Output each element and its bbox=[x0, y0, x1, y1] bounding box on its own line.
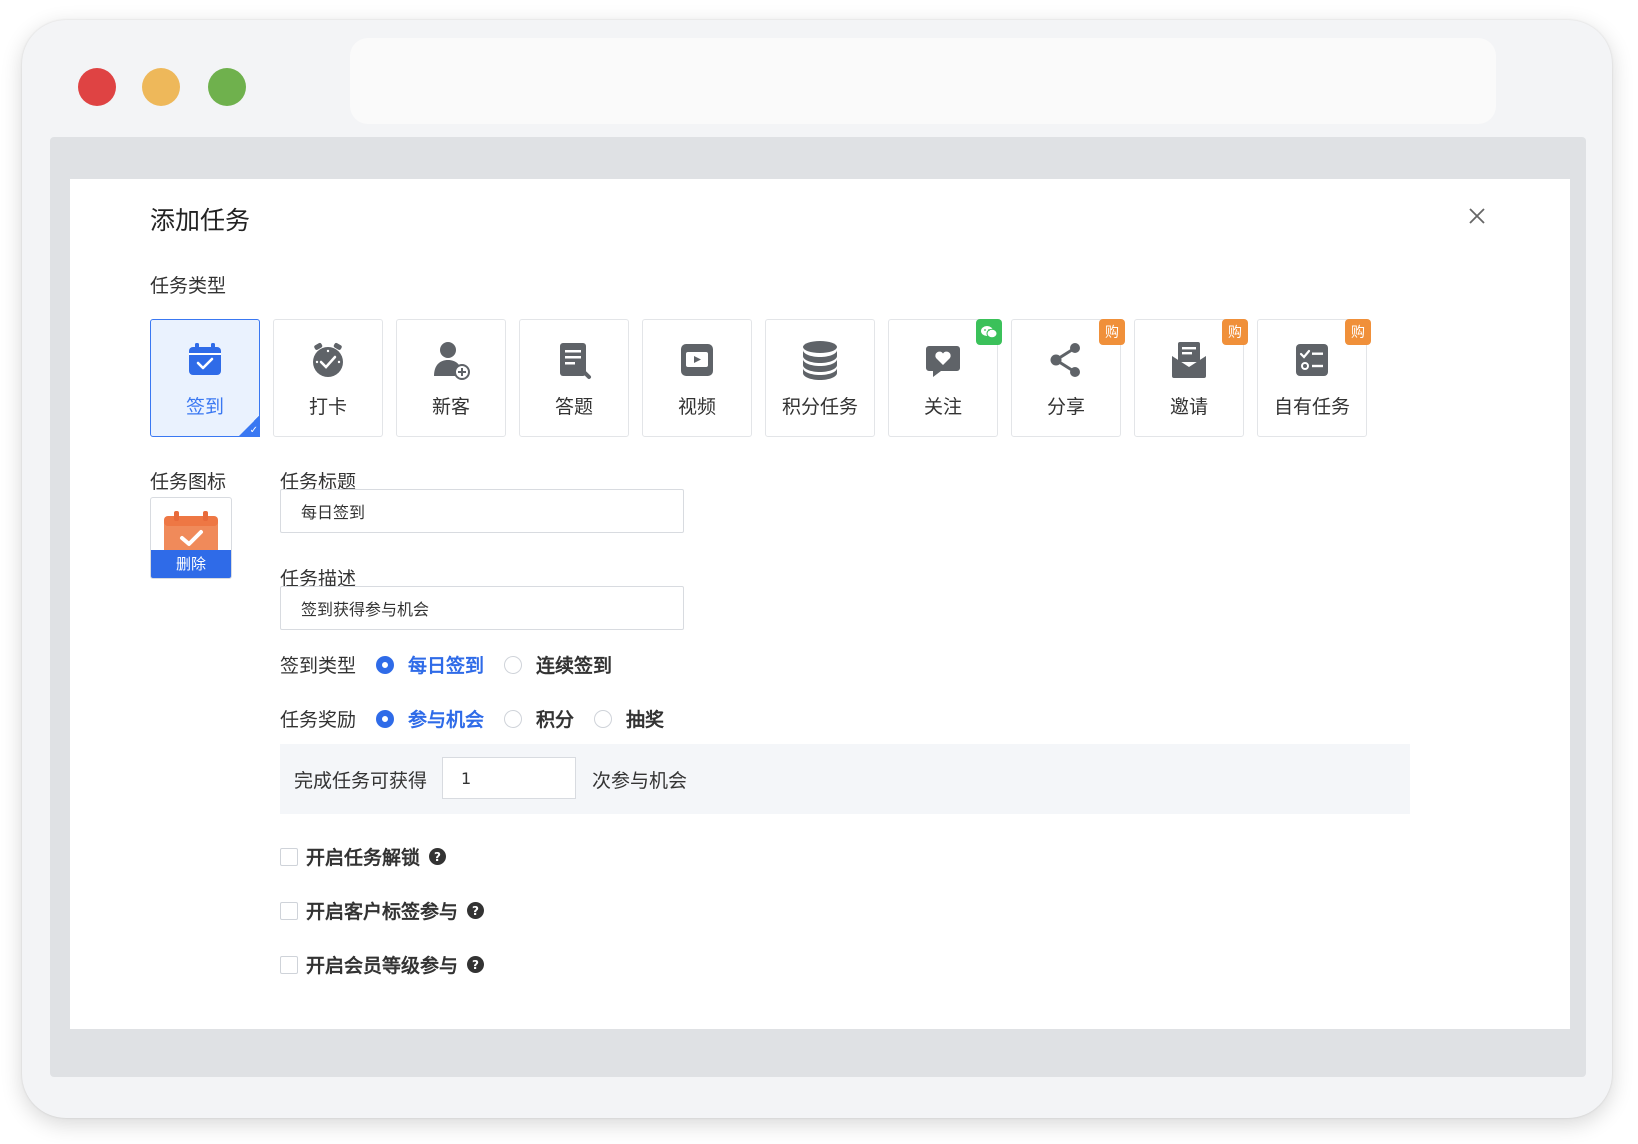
wechat-badge bbox=[976, 319, 1002, 345]
task-type-invite[interactable]: 邀请 购 bbox=[1134, 319, 1248, 437]
reward-suffix-text: 次参与机会 bbox=[592, 770, 688, 792]
radio-button[interactable] bbox=[376, 709, 395, 728]
close-window-button[interactable] bbox=[78, 68, 116, 106]
task-type-label-quiz: 答题 bbox=[554, 396, 593, 418]
user-add-icon bbox=[434, 342, 470, 380]
member-level-label: 开启会员等级参与 bbox=[306, 955, 459, 977]
radio-button[interactable] bbox=[594, 709, 613, 728]
task-type-video[interactable]: 视频 bbox=[642, 319, 752, 437]
customer-tag-checkbox[interactable] bbox=[280, 901, 298, 920]
task-type-label-follow: 关注 bbox=[923, 396, 962, 418]
dialog-title: 添加任务 bbox=[150, 206, 251, 235]
reward-chance-option[interactable]: 参与机会 bbox=[376, 705, 484, 732]
delete-icon-button[interactable]: 删除 bbox=[151, 550, 231, 578]
share-icon bbox=[1050, 343, 1080, 377]
reward-lottery-option[interactable]: 抽奖 bbox=[594, 705, 664, 732]
address-bar[interactable] bbox=[350, 38, 1496, 124]
task-type-label-checkin: 打卡 bbox=[308, 396, 347, 418]
customer-tag-label: 开启客户标签参与 bbox=[306, 901, 459, 923]
task-type-checkin[interactable]: 打卡 bbox=[273, 319, 383, 437]
signin-type-label: 签到类型 bbox=[280, 655, 357, 677]
radio-button[interactable] bbox=[504, 709, 523, 728]
alarm-clock-icon bbox=[313, 343, 343, 377]
task-type-label-points: 积分任务 bbox=[781, 396, 858, 418]
task-type-signin[interactable]: 签到 ✓ bbox=[150, 319, 260, 437]
signin-type-row: 签到类型 每日签到 连续签到 bbox=[280, 651, 632, 678]
radio-label: 积分 bbox=[536, 709, 575, 731]
reward-prefix-text: 完成任务可获得 bbox=[294, 770, 428, 792]
radio-button[interactable] bbox=[376, 655, 395, 674]
video-play-icon bbox=[681, 344, 713, 376]
calendar-check-icon bbox=[164, 511, 218, 550]
task-desc-input[interactable] bbox=[280, 586, 684, 630]
task-type-share[interactable]: 分享 购 bbox=[1011, 319, 1125, 437]
task-type-label-video: 视频 bbox=[677, 396, 716, 418]
add-task-dialog: 添加任务 任务类型 签到 ✓ 打卡 新客 答题 视频 积分任务 关注 分享 购 … bbox=[70, 179, 1570, 1029]
coins-stack-icon bbox=[803, 341, 837, 380]
task-type-points[interactable]: 积分任务 bbox=[765, 319, 875, 437]
purchase-badge: 购 bbox=[1345, 319, 1371, 345]
reward-detail-panel: 完成任务可获得 次参与机会 bbox=[280, 744, 1410, 814]
reward-count-input[interactable] bbox=[442, 757, 576, 799]
task-type-label-invite: 邀请 bbox=[1169, 396, 1208, 418]
heart-message-icon bbox=[926, 346, 960, 377]
task-type-label-new-customer: 新客 bbox=[431, 396, 470, 418]
task-unlock-label: 开启任务解锁 bbox=[306, 847, 421, 869]
option-task-unlock: 开启任务解锁 ? bbox=[280, 843, 447, 870]
help-icon[interactable]: ? bbox=[429, 848, 447, 865]
radio-label: 每日签到 bbox=[408, 655, 485, 677]
radio-label: 连续签到 bbox=[536, 655, 613, 677]
task-type-custom[interactable]: 自有任务 购 bbox=[1257, 319, 1371, 437]
invitation-icon bbox=[1172, 342, 1206, 378]
signin-type-continuous-option[interactable]: 连续签到 bbox=[504, 651, 612, 678]
task-type-quiz[interactable]: 答题 bbox=[519, 319, 629, 437]
reward-type-label: 任务奖励 bbox=[280, 709, 357, 731]
help-icon[interactable]: ? bbox=[467, 956, 485, 973]
page-viewport: 添加任务 任务类型 签到 ✓ 打卡 新客 答题 视频 积分任务 关注 分享 购 … bbox=[50, 137, 1586, 1077]
task-type-label: 任务类型 bbox=[150, 275, 227, 297]
help-icon[interactable]: ? bbox=[467, 902, 485, 919]
option-member-level: 开启会员等级参与 ? bbox=[280, 951, 485, 978]
task-type-new-customer[interactable]: 新客 bbox=[396, 319, 506, 437]
task-icon-preview: 删除 bbox=[150, 497, 232, 579]
task-icon-label: 任务图标 bbox=[150, 471, 227, 493]
purchase-badge: 购 bbox=[1099, 319, 1125, 345]
option-customer-tag: 开启客户标签参与 ? bbox=[280, 897, 485, 924]
radio-label: 参与机会 bbox=[408, 709, 485, 731]
purchase-badge: 购 bbox=[1222, 319, 1248, 345]
radio-label: 抽奖 bbox=[626, 709, 665, 731]
calendar-check-icon bbox=[189, 343, 221, 375]
selected-check-icon: ✓ bbox=[238, 415, 260, 437]
wechat-icon bbox=[981, 326, 998, 339]
reward-type-row: 任务奖励 参与机会 积分 抽奖 bbox=[280, 705, 684, 732]
checklist-icon bbox=[1296, 344, 1328, 376]
task-title-input[interactable] bbox=[280, 489, 684, 533]
maximize-window-button[interactable] bbox=[208, 68, 246, 106]
document-edit-icon bbox=[560, 343, 591, 379]
browser-window: 添加任务 任务类型 签到 ✓ 打卡 新客 答题 视频 积分任务 关注 分享 购 … bbox=[22, 20, 1612, 1118]
task-unlock-checkbox[interactable] bbox=[280, 847, 298, 866]
signin-type-daily-option[interactable]: 每日签到 bbox=[376, 651, 484, 678]
task-type-label-custom: 自有任务 bbox=[1273, 396, 1350, 418]
task-type-label-share: 分享 bbox=[1046, 396, 1085, 418]
reward-points-option[interactable]: 积分 bbox=[504, 705, 574, 732]
task-type-follow[interactable]: 关注 bbox=[888, 319, 1002, 437]
member-level-checkbox[interactable] bbox=[280, 955, 298, 974]
radio-button[interactable] bbox=[504, 655, 523, 674]
minimize-window-button[interactable] bbox=[142, 68, 180, 106]
close-icon[interactable] bbox=[1464, 203, 1490, 229]
